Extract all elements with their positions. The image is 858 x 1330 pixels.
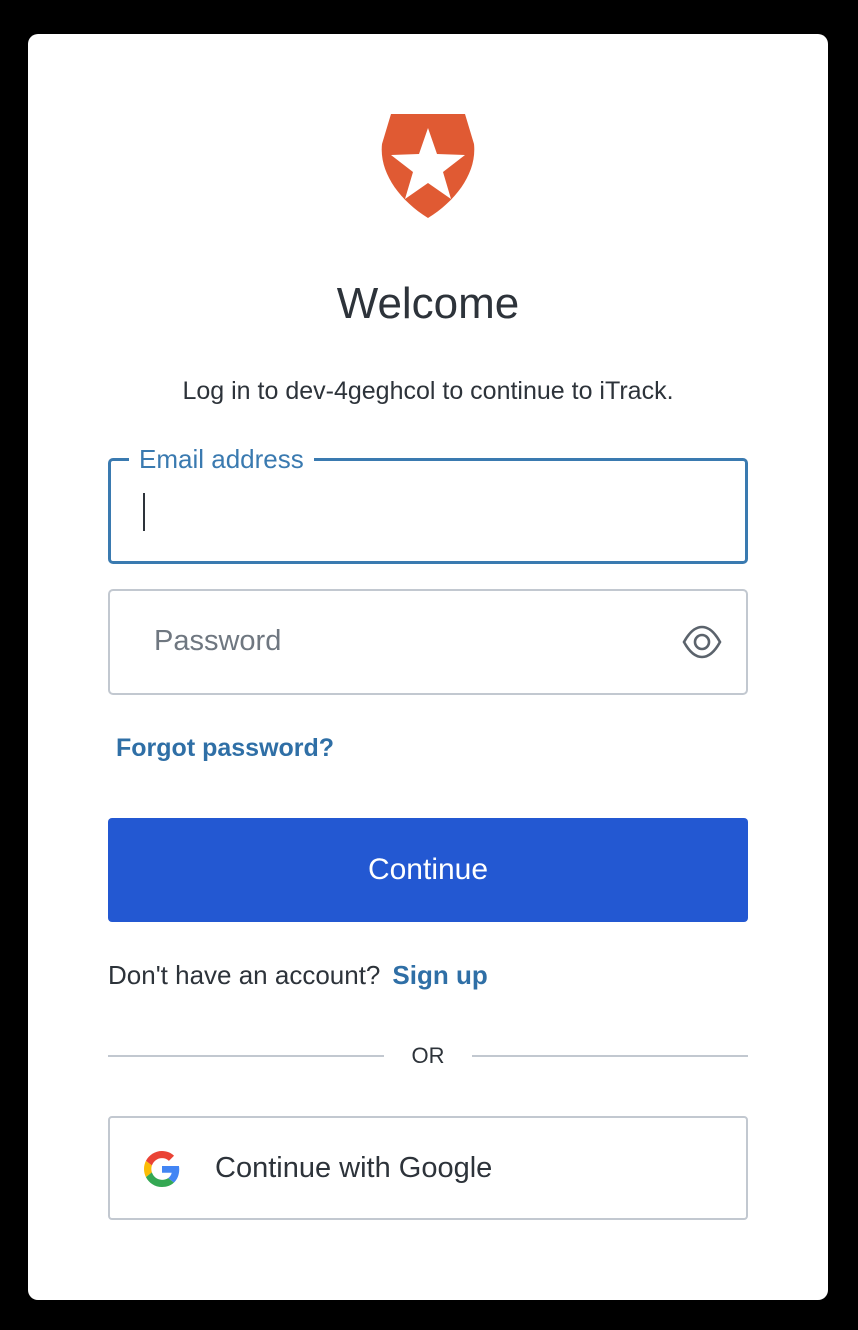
signup-link[interactable]: Sign up xyxy=(392,960,487,990)
email-field[interactable]: Email address xyxy=(108,443,748,564)
page-subtitle: Log in to dev-4geghcol to continue to iT… xyxy=(182,377,674,405)
divider-line-left xyxy=(108,1055,384,1057)
forgot-password-link[interactable]: Forgot password? xyxy=(116,731,334,765)
divider-line-right xyxy=(472,1055,748,1057)
auth0-shield-star-icon xyxy=(381,114,475,218)
signup-row: Don't have an account? Sign up xyxy=(108,958,488,992)
password-placeholder: Password xyxy=(154,625,282,657)
continue-with-google-button[interactable]: Continue with Google xyxy=(108,1116,748,1220)
text-caret xyxy=(143,493,145,531)
login-card: Welcome Log in to dev-4geghcol to contin… xyxy=(28,34,828,1300)
email-field-label: Email address xyxy=(129,443,314,475)
google-g-icon xyxy=(144,1151,180,1187)
page-title: Welcome xyxy=(336,279,520,328)
password-field[interactable]: Password xyxy=(108,589,748,695)
google-button-label: Continue with Google xyxy=(215,1152,493,1184)
divider-label: OR xyxy=(411,1043,445,1068)
signup-prompt: Don't have an account? xyxy=(108,960,381,990)
eye-icon[interactable] xyxy=(682,625,722,659)
continue-button[interactable]: Continue xyxy=(108,818,748,922)
